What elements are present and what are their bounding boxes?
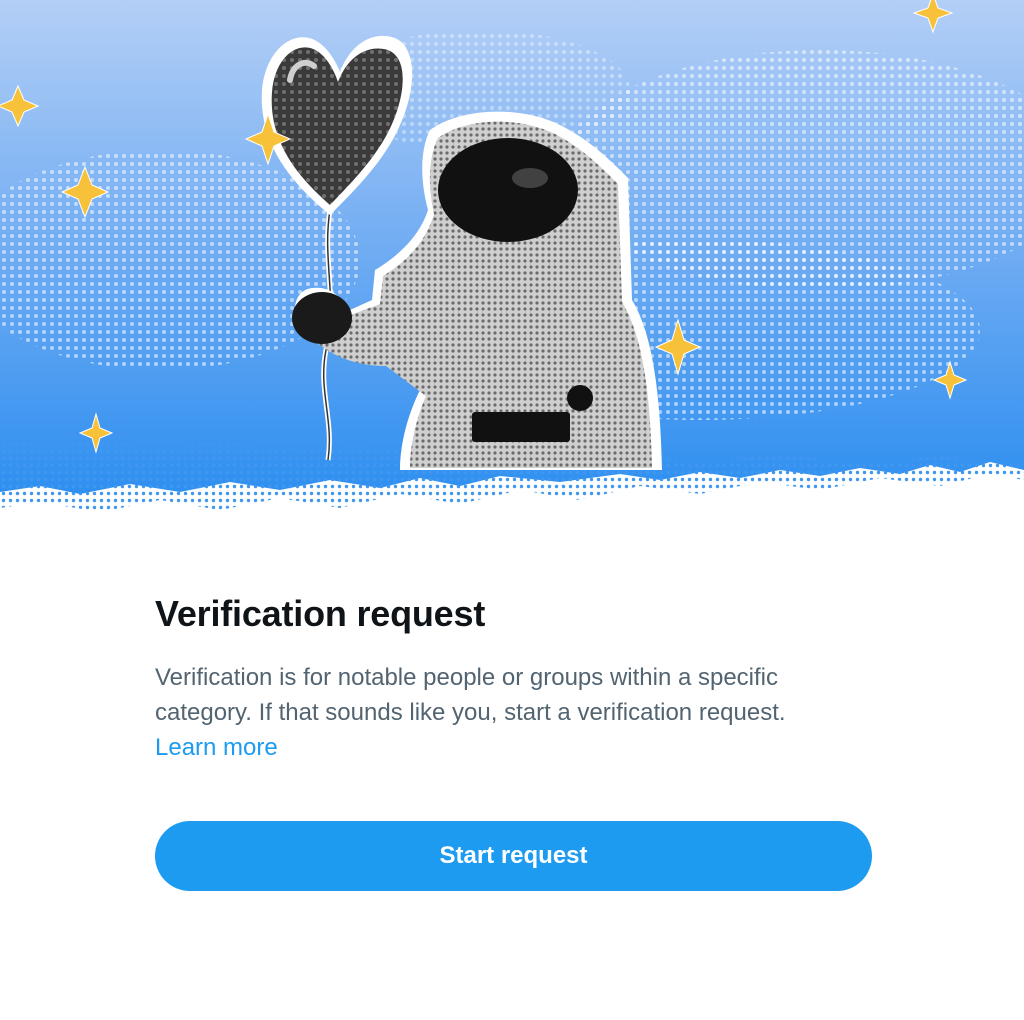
description: Verification is for notable people or gr… (155, 660, 795, 765)
description-text: Verification is for notable people or gr… (155, 664, 786, 726)
page-title: Verification request (155, 593, 486, 634)
astronaut-illustration (0, 0, 1024, 512)
verification-card: Verification request Verification is for… (155, 590, 872, 765)
learn-more-link[interactable]: Learn more (155, 734, 278, 761)
hero-illustration (0, 0, 1024, 520)
start-request-button[interactable]: Start request (155, 821, 872, 891)
